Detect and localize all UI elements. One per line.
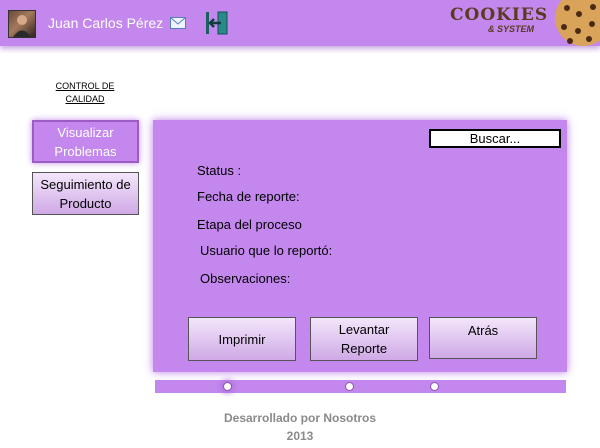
exit-door-icon[interactable] [204,10,230,36]
brand-logo: COOKIES & SYSTEM [450,5,547,41]
raise-report-button[interactable]: Levantar Reporte [310,317,418,361]
footer: Desarrollado por Nosotros 2013 [200,409,400,445]
footer-credit: Desarrollado por Nosotros [223,411,377,425]
footer-year: 2013 [286,429,314,443]
nav-visualize-problems-button[interactable]: Visualizar Problemas [32,120,139,163]
observations-label: Observaciones: [200,271,291,286]
progress-step-1[interactable] [223,382,232,391]
cookie-icon [549,0,600,46]
back-button[interactable]: Atrás [429,317,537,359]
process-stage-label: Etapa del proceso [197,217,302,232]
logo-text: COOKIES [450,5,549,25]
user-avatar[interactable] [8,10,36,38]
progress-step-2[interactable] [345,382,354,391]
progress-step-3[interactable] [430,382,439,391]
user-name: Juan Carlos Pérez [48,15,164,31]
mail-icon[interactable] [170,16,186,29]
report-date-label: Fecha de reporte: [197,189,300,204]
search-button[interactable]: Buscar... [429,129,561,148]
reporting-user-label: Usuario que lo reportó: [200,243,333,258]
progress-track [155,380,566,393]
print-button[interactable]: Imprimir [188,317,296,361]
nav-product-tracking-button[interactable]: Seguimiento de Producto [32,172,139,215]
section-title: CONTROL DE CALIDAD [55,81,115,104]
header-bar: Juan Carlos Pérez COOKIES & SYSTEM [0,0,600,46]
logo-subtext: & SYSTEM [488,24,535,34]
status-label: Status : [197,163,242,178]
